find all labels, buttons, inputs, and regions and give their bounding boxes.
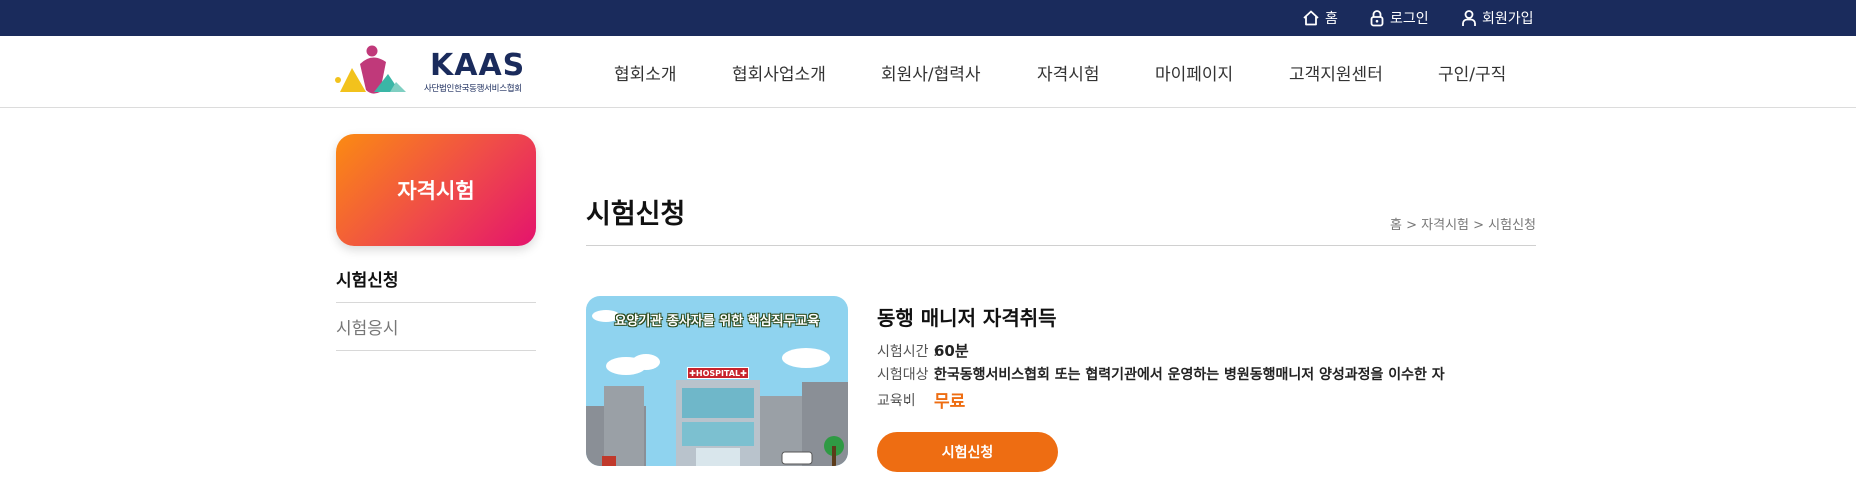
fee-value: 무료 — [934, 392, 966, 412]
gnb-item-support[interactable]: 고객지원센터 — [1289, 36, 1383, 108]
gnb-item-members[interactable]: 회원사/협력사 — [881, 36, 981, 108]
gnb-item-mypage[interactable]: 마이페이지 — [1155, 36, 1233, 108]
exam-target-row: 시험대상 : 한국동행서비스협회 또는 협력기관에서 운영하는 병원동행매니저 … — [877, 364, 1445, 384]
logo-brand: KAAS — [430, 48, 526, 83]
home-link[interactable]: 홈 — [1302, 0, 1338, 36]
home-label: 홈 — [1325, 11, 1338, 27]
course-thumbnail: 요양기관 종사자를 위한 핵심직무교육 ✚HOSPITAL✚ — [586, 296, 848, 466]
user-icon — [1461, 9, 1477, 27]
exam-target-label: 시험대상 : — [877, 367, 938, 383]
fee-colon: : — [905, 391, 910, 408]
gnb-item-jobs[interactable]: 구인/구직 — [1438, 36, 1506, 108]
sidebar-item-exam-take[interactable]: 시험응시 — [336, 303, 536, 351]
title-divider — [586, 245, 1536, 246]
sidebar-menu: 시험신청 시험응시 — [336, 255, 536, 351]
gnb-item-about[interactable]: 협회소개 — [614, 36, 677, 108]
gnb-item-exam[interactable]: 자격시험 — [1037, 36, 1100, 108]
sidebar-title: 자격시험 — [336, 134, 536, 246]
fee-label: 교육비 — [877, 392, 916, 409]
login-link[interactable]: 로그인 — [1369, 0, 1429, 36]
page-title: 시험신청 — [586, 199, 686, 230]
exam-apply-button[interactable]: 시험신청 — [877, 432, 1058, 472]
logo-subtitle: 사단법인한국동행서비스협회 — [424, 84, 522, 94]
login-label: 로그인 — [1390, 11, 1429, 27]
exam-target-value: 한국동행서비스협회 또는 협력기관에서 운영하는 병원동행매니저 양성과정을 이… — [934, 367, 1445, 383]
lock-icon — [1369, 9, 1385, 27]
join-link[interactable]: 회원가입 — [1461, 0, 1534, 36]
home-icon — [1302, 9, 1320, 27]
gnb-item-business[interactable]: 협회사업소개 — [732, 36, 826, 108]
hospital-sign: ✚HOSPITAL✚ — [687, 367, 749, 379]
sidebar-item-exam-apply[interactable]: 시험신청 — [336, 255, 536, 303]
exam-time-label: 시험시간 : — [877, 343, 938, 360]
fee-row: 교육비 : 무료 — [877, 387, 966, 413]
course-title: 동행 매니저 자격취득 — [877, 306, 1057, 330]
exam-time-value: 60분 — [934, 342, 969, 360]
top-utility-bar: 홈 로그인 회원가입 — [0, 0, 1856, 36]
join-label: 회원가입 — [1482, 11, 1534, 27]
logo-mark-icon — [335, 45, 406, 94]
main-header: KAAS 사단법인한국동행서비스협회 협회소개 협회사업소개 회원사/협력사 자… — [0, 36, 1856, 108]
thumbnail-banner: 요양기관 종사자를 위한 핵심직무교육 — [614, 314, 820, 329]
exam-time-row: 시험시간 : 60분 — [877, 340, 969, 361]
site-logo[interactable]: KAAS 사단법인한국동행서비스협회 — [334, 44, 524, 100]
breadcrumb: 홈 > 자격시험 > 시험신청 — [1390, 218, 1536, 233]
